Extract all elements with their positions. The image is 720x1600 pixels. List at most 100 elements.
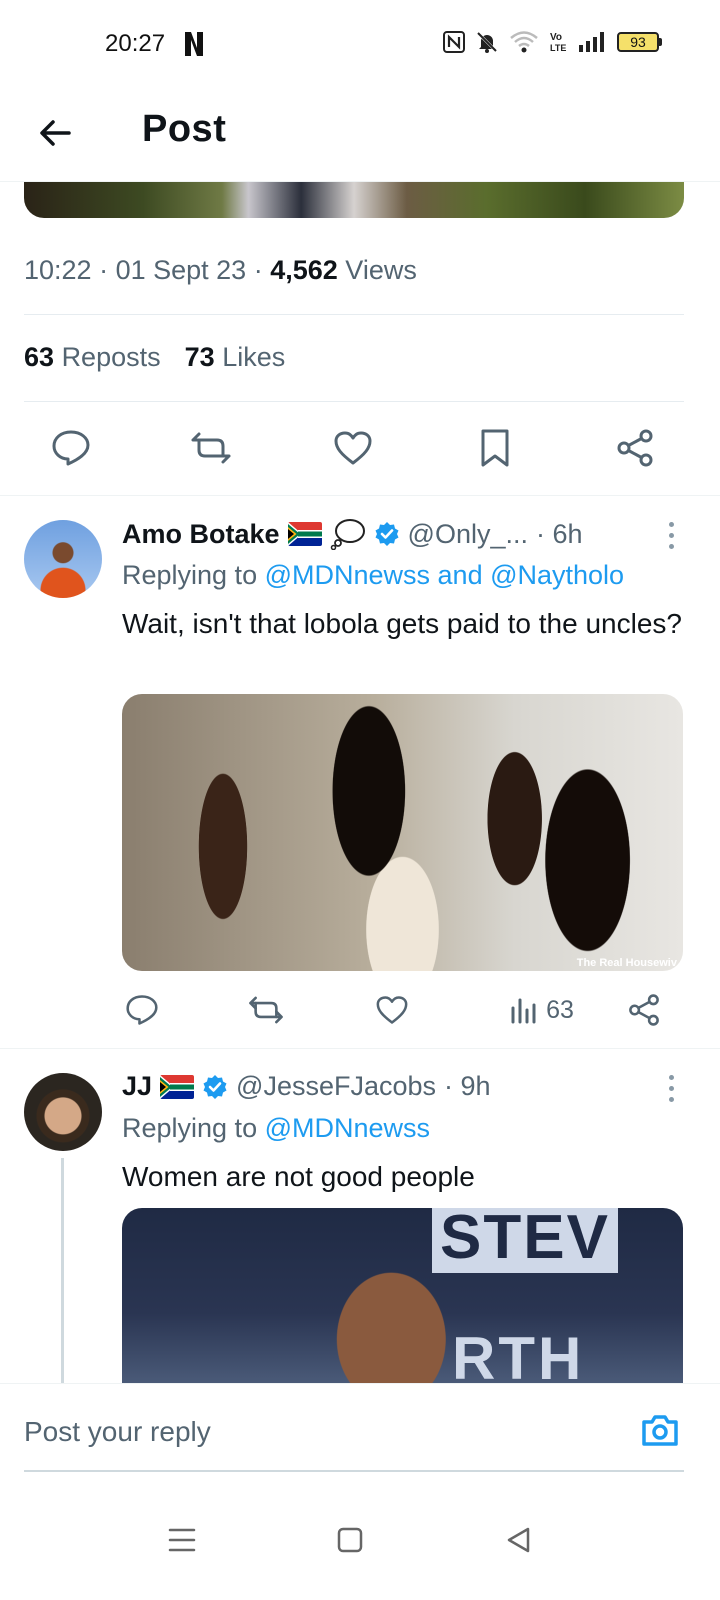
replying-to: Replying to @MDNnewss bbox=[122, 1113, 430, 1144]
like-button[interactable] bbox=[328, 418, 378, 478]
reply-header: Amo Botake @Only_... · 6h bbox=[122, 518, 583, 550]
camera-icon bbox=[642, 1415, 678, 1446]
avatar[interactable] bbox=[24, 1073, 102, 1151]
status-time: 20:27 bbox=[105, 30, 166, 57]
menu-icon bbox=[168, 1528, 196, 1552]
author-handle[interactable]: @JesseFJacobs bbox=[236, 1071, 436, 1102]
share-button[interactable] bbox=[624, 980, 664, 1040]
author-name[interactable]: Amo Botake bbox=[122, 519, 280, 550]
reply-media-image[interactable]: STEV RTH bbox=[122, 1208, 683, 1383]
more-options-button[interactable] bbox=[666, 522, 676, 549]
avatar[interactable] bbox=[24, 520, 102, 598]
divider bbox=[24, 314, 684, 315]
likes-label: Likes bbox=[222, 342, 286, 372]
image-text: STEV bbox=[432, 1208, 618, 1273]
post-actions bbox=[0, 418, 720, 478]
post-stats: 63 Reposts 73 Likes bbox=[24, 342, 285, 373]
square-icon bbox=[337, 1527, 363, 1553]
analytics-icon bbox=[511, 998, 536, 1024]
wifi-icon bbox=[510, 31, 538, 53]
image-text: RTH bbox=[452, 1325, 585, 1383]
bookmark-button[interactable] bbox=[470, 418, 520, 478]
camera-button[interactable] bbox=[640, 1412, 680, 1448]
replying-prefix: Replying to bbox=[122, 1113, 258, 1143]
back-nav-button[interactable] bbox=[488, 1510, 548, 1570]
likes-count: 73 bbox=[184, 342, 215, 372]
reply-text: Women are not good people bbox=[122, 1161, 475, 1192]
reply-header: JJ @JesseFJacobs · 9h bbox=[122, 1071, 491, 1102]
bookmark-icon bbox=[481, 429, 509, 467]
replying-to-link[interactable]: @MDNnewss bbox=[265, 1113, 430, 1143]
image-caption: The Real Housewiv bbox=[576, 957, 677, 969]
volte-icon: VoLTE bbox=[550, 32, 566, 53]
svg-text:Vo: Vo bbox=[550, 32, 562, 43]
reply-button[interactable] bbox=[46, 418, 96, 478]
divider bbox=[0, 495, 720, 496]
replying-to: Replying to @MDNnewss and @Naytholo bbox=[122, 560, 624, 591]
author-handle[interactable]: @Only_... bbox=[408, 519, 528, 550]
arrow-left-icon bbox=[40, 120, 71, 146]
post-date: 01 Sept 23 bbox=[115, 255, 247, 285]
composer-underline bbox=[24, 1470, 684, 1472]
share-icon bbox=[617, 429, 653, 467]
reply-input[interactable] bbox=[24, 1416, 584, 1448]
reply-time: · 6h bbox=[535, 518, 583, 549]
post-media[interactable] bbox=[24, 182, 684, 218]
south-africa-flag-icon bbox=[160, 1074, 195, 1099]
heart-icon bbox=[334, 431, 372, 465]
reply-actions: 63 bbox=[0, 980, 720, 1040]
repost-icon bbox=[191, 432, 231, 464]
nfc-icon bbox=[443, 31, 465, 53]
views-count: 4,562 bbox=[270, 255, 338, 285]
top-app-bar: Post bbox=[0, 90, 720, 182]
replying-prefix: Replying to bbox=[122, 560, 258, 590]
reposts-stat[interactable]: 63 Reposts bbox=[24, 342, 161, 373]
home-button[interactable] bbox=[320, 1510, 380, 1570]
more-options-button[interactable] bbox=[666, 1075, 676, 1102]
back-button[interactable] bbox=[30, 108, 80, 158]
post-time: 10:22 bbox=[24, 255, 92, 285]
reply-text: Wait, isn't that lobola gets paid to the… bbox=[122, 608, 682, 639]
reply-button[interactable] bbox=[122, 980, 162, 1040]
repost-button[interactable] bbox=[246, 980, 286, 1040]
divider bbox=[24, 401, 684, 402]
heart-icon bbox=[376, 996, 408, 1024]
reposts-label: Reposts bbox=[61, 342, 161, 372]
mute-icon bbox=[476, 31, 498, 53]
page-title: Post bbox=[142, 108, 227, 150]
views-button[interactable]: 63 bbox=[502, 980, 582, 1040]
thought-balloon-icon bbox=[330, 518, 366, 550]
repost-icon bbox=[249, 996, 283, 1024]
like-button[interactable] bbox=[372, 980, 412, 1040]
battery-level: 93 bbox=[617, 32, 659, 52]
status-bar: 20:27 Vo LTE 93 bbox=[0, 0, 720, 90]
repost-button[interactable] bbox=[186, 418, 236, 478]
comment-icon bbox=[52, 430, 90, 466]
comment-icon bbox=[126, 995, 158, 1025]
verified-badge-icon bbox=[203, 1074, 227, 1099]
recents-button[interactable] bbox=[152, 1510, 212, 1570]
reply-composer bbox=[0, 1383, 720, 1475]
share-button[interactable] bbox=[610, 418, 660, 478]
share-icon bbox=[629, 994, 659, 1026]
signal-icon bbox=[579, 32, 604, 52]
triangle-back-icon bbox=[507, 1527, 530, 1553]
views-label: Views bbox=[345, 255, 417, 285]
divider bbox=[0, 1048, 720, 1049]
system-nav-bar bbox=[0, 1480, 720, 1600]
battery-icon: 93 bbox=[617, 32, 662, 52]
south-africa-flag-icon bbox=[287, 522, 322, 546]
reply-time: · 9h bbox=[444, 1071, 491, 1101]
reply-media-image[interactable]: The Real Housewiv bbox=[122, 694, 683, 971]
verified-badge-icon bbox=[375, 522, 399, 546]
post-meta: 10:22 · 01 Sept 23 · 4,562 Views bbox=[24, 255, 417, 285]
views-count: 63 bbox=[546, 995, 574, 1024]
status-icons: Vo LTE 93 bbox=[443, 30, 662, 54]
svg-text:LTE: LTE bbox=[550, 43, 566, 53]
author-name[interactable]: JJ bbox=[122, 1071, 152, 1102]
thread-line bbox=[61, 1158, 64, 1383]
reposts-count: 63 bbox=[24, 342, 55, 372]
netflix-icon bbox=[185, 32, 203, 56]
likes-stat[interactable]: 73 Likes bbox=[185, 342, 286, 373]
replying-to-link[interactable]: @MDNnewss and @Naytholo bbox=[265, 560, 624, 590]
